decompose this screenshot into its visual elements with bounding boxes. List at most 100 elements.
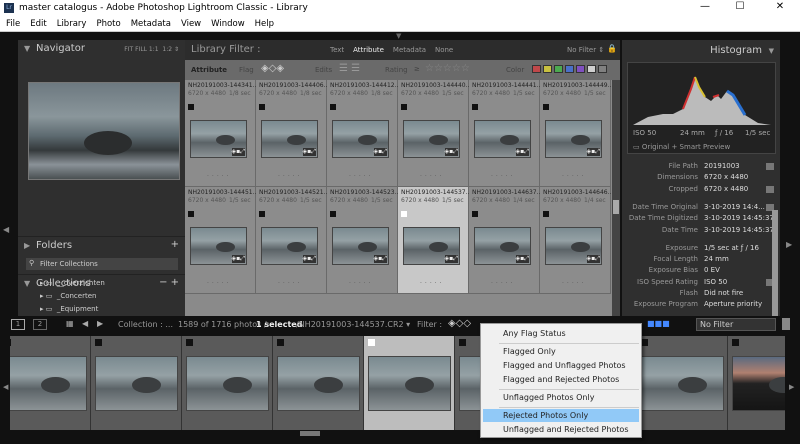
lock-icon[interactable]: 🔒 <box>607 44 617 53</box>
filmstrip-thumbnail[interactable] <box>368 356 451 411</box>
unflagged-icon[interactable] <box>368 339 375 346</box>
flag-filter-icons[interactable]: ◈◇◇ <box>448 318 471 329</box>
nav-fill[interactable]: FILL <box>135 46 147 53</box>
collection-source[interactable]: Collection : ... <box>118 320 173 329</box>
main-window-button[interactable]: 1 <box>11 319 25 330</box>
color-swatch[interactable] <box>554 65 563 73</box>
menu-library[interactable]: Library <box>57 19 87 29</box>
filmstrip-cell[interactable] <box>728 336 785 430</box>
photo-thumbnail[interactable]: ◈▪⤢ <box>474 227 531 265</box>
filter-lock-icon[interactable] <box>782 318 790 330</box>
color-swatch[interactable] <box>587 65 596 73</box>
color-swatch[interactable] <box>576 65 585 73</box>
grid-cell[interactable]: NH20191003-144637... 6720 x 4480 1/4 sec ◈▪… <box>469 187 542 294</box>
filmstrip-thumbnail[interactable] <box>95 356 178 411</box>
photo-thumbnail[interactable]: ◈▪⤢ <box>190 120 247 158</box>
color-swatch[interactable] <box>543 65 552 73</box>
minimize-button[interactable]: — <box>690 1 720 15</box>
forward-arrow-icon[interactable]: ▶ <box>97 319 103 328</box>
nav-1-1[interactable]: 1:1 <box>149 46 159 53</box>
rejected-flag-icon[interactable] <box>259 104 265 110</box>
collection-item[interactable]: ▸ ▭ __overzichten <box>40 277 105 290</box>
rating-dots[interactable]: ····· <box>278 173 303 180</box>
filter-tab-text[interactable]: Text <box>330 46 344 54</box>
grid-cell[interactable]: NH20191003-144412... 6720 x 4480 1/8 sec ◈▪… <box>327 80 400 187</box>
add-folder-icon[interactable]: + <box>171 239 179 250</box>
color-swatch[interactable] <box>598 65 607 73</box>
grid-cell[interactable]: NH20191003-144449... 6720 x 4480 1/5 sec ◈▪… <box>540 80 612 187</box>
menu-photo[interactable]: Photo <box>96 19 120 29</box>
rating-operator[interactable]: ≥ <box>414 65 420 73</box>
grid-cell[interactable]: NH20191003-144406... 6720 x 4480 1/8 sec ◈▪… <box>256 80 329 187</box>
collapse-right-panel-icon[interactable]: ▶ <box>786 240 792 249</box>
filmstrip-cell[interactable] <box>10 336 91 430</box>
smart-preview-status[interactable]: ▭ Original + Smart Preview <box>633 143 730 151</box>
navigator-preview[interactable] <box>28 82 180 180</box>
selected-file-dropdown[interactable]: /NH20191003-144537.CR2 ▾ <box>296 320 410 329</box>
photo-thumbnail[interactable]: ◈▪⤢ <box>545 227 602 265</box>
menu-item-unflagged-only[interactable]: Unflagged Photos Only <box>483 391 639 404</box>
collapse-top-panel-icon[interactable]: ▼ <box>396 32 401 40</box>
menu-item-unflagged-rejected[interactable]: Unflagged and Rejected Photos <box>483 423 639 436</box>
grid-cell[interactable]: NH20191003-144440... 6720 x 4480 1/5 sec ◈▪… <box>398 80 471 187</box>
rejected-flag-icon[interactable] <box>543 104 549 110</box>
rejected-flag-icon[interactable] <box>330 104 336 110</box>
grid-cell[interactable]: NH20191003-144451... 6720 x 4480 1/5 sec ◈▪… <box>185 187 258 294</box>
rejected-flag-icon[interactable] <box>543 211 549 217</box>
rejected-flag-icon[interactable] <box>641 339 648 346</box>
filmstrip-cell[interactable] <box>364 336 455 430</box>
back-arrow-icon[interactable]: ◀ <box>82 319 88 328</box>
nav-fit[interactable]: FIT <box>124 46 133 53</box>
filmstrip-thumbnail[interactable] <box>186 356 269 411</box>
photo-thumbnail[interactable]: ◈▪⤢ <box>332 120 389 158</box>
menu-item-any-flag[interactable]: Any Flag Status <box>483 327 639 340</box>
edits-filter-icons[interactable]: ☰ ☰ <box>339 63 360 74</box>
menu-item-flagged-rejected[interactable]: Flagged and Rejected Photos <box>483 373 639 386</box>
rejected-flag-icon[interactable] <box>277 339 284 346</box>
photo-thumbnail[interactable]: ◈▪⤢ <box>403 227 460 265</box>
rejected-flag-icon[interactable] <box>95 339 102 346</box>
rating-dots[interactable]: ····· <box>562 280 587 287</box>
photo-thumbnail[interactable]: ◈▪⤢ <box>474 120 531 158</box>
collection-item[interactable]: ▸ ▭ _Concerten <box>40 290 105 303</box>
collapse-bottom-left-icon[interactable]: ◀ <box>3 383 8 391</box>
rating-dots[interactable]: ····· <box>420 280 445 287</box>
go-to-arrow-icon[interactable] <box>766 163 774 170</box>
filter-tab-none[interactable]: None <box>435 46 453 54</box>
filmstrip-cell[interactable] <box>273 336 364 430</box>
color-swatch[interactable] <box>532 65 541 73</box>
nav-1-2[interactable]: 1:2 <box>162 46 172 53</box>
menu-item-flagged-unflagged[interactable]: Flagged and Unflagged Photos <box>483 359 639 372</box>
rejected-flag-icon[interactable] <box>330 211 336 217</box>
filmstrip-cell[interactable] <box>91 336 182 430</box>
photo-thumbnail[interactable]: ◈▪⤢ <box>261 227 318 265</box>
second-window-button[interactable]: 2 <box>33 319 47 330</box>
photo-thumbnail[interactable]: ◈▪⤢ <box>332 227 389 265</box>
rating-dots[interactable]: ····· <box>207 173 232 180</box>
rating-dots[interactable]: ····· <box>278 280 303 287</box>
filmstrip-thumbnail[interactable] <box>277 356 360 411</box>
photo-thumbnail[interactable]: ◈▪⤢ <box>190 227 247 265</box>
rating-dots[interactable]: ····· <box>491 280 516 287</box>
collection-remove-add-icons[interactable]: − + <box>159 277 179 288</box>
grid-cell[interactable]: NH20191003-144521... 6720 x 4480 1/5 sec ◈▪… <box>256 187 329 294</box>
navigator-header[interactable]: ▼ Navigator FIT FILL 1:1 1:2 ⇕ <box>18 40 185 58</box>
maximize-button[interactable]: ☐ <box>725 1 755 15</box>
grid-view-icon[interactable]: ▦ <box>66 319 74 328</box>
rating-dots[interactable]: ····· <box>349 173 374 180</box>
rating-dots[interactable]: ····· <box>562 173 587 180</box>
rejected-flag-icon[interactable] <box>472 104 478 110</box>
grid-cell[interactable]: NH20191003-144523... 6720 x 4480 1/5 sec ◈▪… <box>327 187 400 294</box>
filmstrip-cell[interactable] <box>637 336 728 430</box>
photo-thumbnail[interactable]: ◈▪⤢ <box>261 120 318 158</box>
filter-tab-metadata[interactable]: Metadata <box>393 46 426 54</box>
rejected-flag-icon[interactable] <box>459 339 466 346</box>
filmstrip-thumbnail[interactable] <box>732 356 785 411</box>
rejected-flag-icon[interactable] <box>472 211 478 217</box>
menu-item-rejected-only[interactable]: Rejected Photos Only <box>483 409 639 422</box>
rejected-flag-icon[interactable] <box>401 104 407 110</box>
rejected-flag-icon[interactable] <box>188 211 194 217</box>
rating-dots[interactable]: ····· <box>491 173 516 180</box>
filmstrip-thumbnail[interactable] <box>641 356 724 411</box>
menu-view[interactable]: View <box>181 19 201 29</box>
